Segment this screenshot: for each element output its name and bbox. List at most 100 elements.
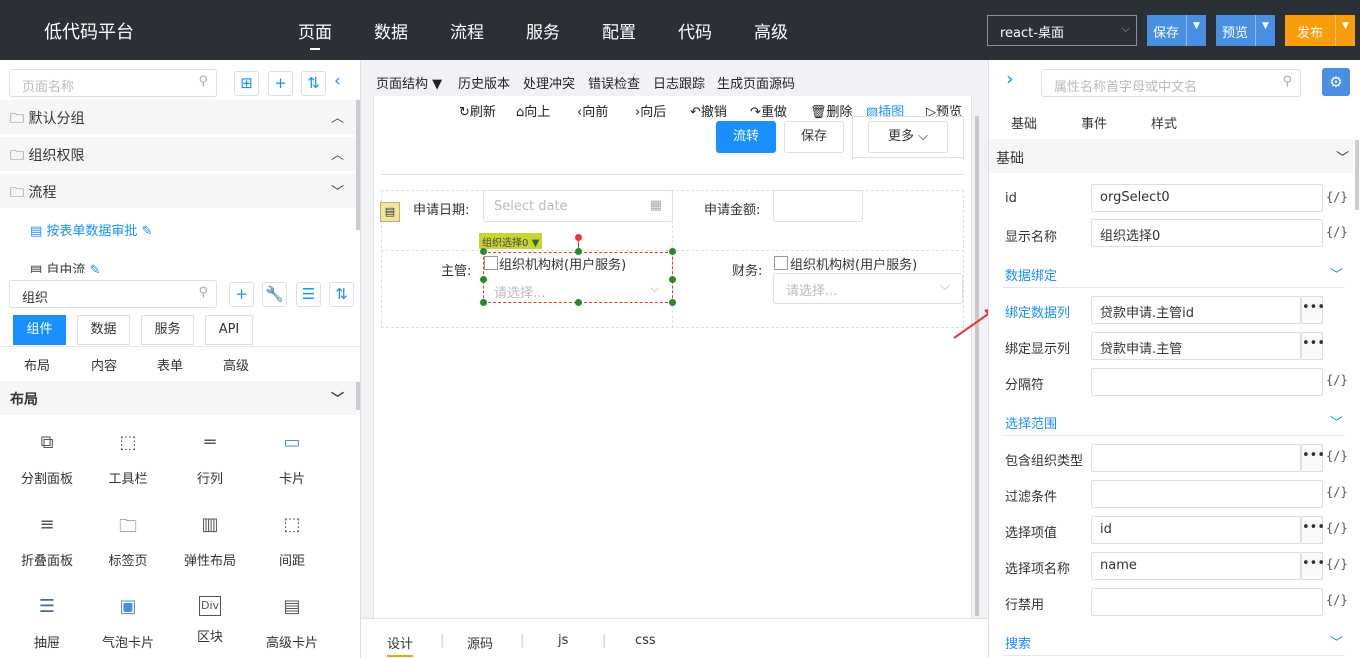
expression-icon[interactable]: {/}	[1326, 225, 1348, 239]
tab-design[interactable]: 设计	[387, 633, 414, 657]
caret-down-icon[interactable]: ▼	[1335, 15, 1355, 46]
date-picker[interactable]: Select date ▦	[483, 190, 673, 222]
section-layout[interactable]: 布局 ﹀	[0, 381, 356, 415]
section-binding[interactable]: 数据绑定	[1005, 265, 1057, 284]
menu-gen-source[interactable]: 生成页面源码	[717, 73, 795, 92]
save-button[interactable]: 保存 ▼	[1147, 15, 1206, 46]
selected-component-tag[interactable]: 组织选择0 ▼	[479, 233, 543, 249]
resize-handle[interactable]	[575, 299, 582, 306]
canvas-save-button[interactable]: 保存	[784, 121, 844, 153]
delete-button[interactable]: 🗑删除	[810, 101, 853, 120]
bind-display-input[interactable]: 贷款申请.主管	[1091, 332, 1301, 360]
edit-icon[interactable]: ✎	[90, 263, 101, 273]
tab-css[interactable]: css	[635, 633, 656, 648]
tab-js[interactable]: js	[558, 633, 568, 648]
bind-column-input[interactable]: 贷款申请.主管id	[1091, 296, 1301, 324]
nav-flow[interactable]: 流程	[450, 18, 484, 43]
menu-error-check[interactable]: 错误检查	[588, 73, 640, 92]
amount-input[interactable]	[773, 190, 863, 222]
chevron-down-icon[interactable]: ﹀	[1330, 264, 1343, 283]
add-folder-icon[interactable]: ⊞	[234, 71, 259, 96]
more-dots-button[interactable]: •••	[1301, 332, 1325, 360]
comp-adv-card[interactable]: ▤ 高级卡片	[252, 596, 332, 651]
property-search-input[interactable]: 属性名称首字母或中文名 ⚲	[1041, 69, 1301, 97]
row-disabled-input[interactable]	[1091, 588, 1323, 616]
nav-service[interactable]: 服务	[526, 18, 560, 43]
more-dots-button[interactable]: •••	[1301, 552, 1325, 580]
comp-popover-card[interactable]: ▣ 气泡卡片	[88, 596, 168, 651]
field-id-input[interactable]: orgSelect0	[1091, 184, 1323, 212]
comp-row-col[interactable]: ═ 行列	[170, 432, 250, 487]
option-name-input[interactable]: name	[1091, 552, 1301, 580]
subtab-layout[interactable]: 布局	[24, 355, 50, 374]
field-name-input[interactable]: 组织选择0	[1091, 219, 1323, 247]
resize-handle[interactable]	[575, 248, 582, 255]
tab-style[interactable]: 样式	[1151, 113, 1177, 132]
expression-icon[interactable]: {/}	[1326, 521, 1348, 535]
comp-collapse[interactable]: ≡ 折叠面板	[7, 514, 87, 569]
scrollbar[interactable]	[1355, 140, 1359, 210]
nav-page[interactable]: 页面	[298, 18, 332, 50]
comp-tabs[interactable]: 🗀 标签页	[88, 514, 168, 569]
rotate-handle[interactable]	[575, 234, 582, 241]
tab-service[interactable]: 服务	[141, 315, 194, 345]
nav-data[interactable]: 数据	[374, 18, 408, 43]
tab-data[interactable]: 数据	[77, 315, 130, 345]
subtab-advanced[interactable]: 高级	[223, 355, 249, 374]
expression-icon[interactable]: {/}	[1326, 485, 1348, 499]
add-icon[interactable]: +	[268, 71, 293, 96]
section-search[interactable]: 搜索	[1005, 633, 1031, 652]
page-search-input[interactable]: 页面名称 ⚲	[9, 69, 217, 97]
menu-conflict[interactable]: 处理冲突	[523, 73, 575, 92]
group-flow[interactable]: 🗀 流程 ﹀	[0, 174, 356, 208]
expression-icon[interactable]: {/}	[1326, 557, 1348, 571]
tab-api[interactable]: API	[205, 315, 253, 345]
resize-handle[interactable]	[669, 299, 676, 306]
add-icon[interactable]: +	[229, 282, 254, 307]
tab-components[interactable]: 组件	[13, 315, 66, 345]
backward-button[interactable]: ›向后	[635, 101, 666, 120]
sort-icon[interactable]: ⇅	[301, 71, 326, 96]
subtab-content[interactable]: 内容	[91, 355, 117, 374]
filter-input[interactable]	[1091, 480, 1323, 508]
menu-history[interactable]: 历史版本	[458, 73, 510, 92]
expression-icon[interactable]: {/}	[1326, 373, 1348, 387]
expand-right-icon[interactable]: ›	[1006, 68, 1014, 90]
menu-log[interactable]: 日志跟踪	[653, 73, 705, 92]
comp-toolbar[interactable]: ⬚ 工具栏	[88, 432, 168, 487]
gear-icon[interactable]: ⚙	[1322, 68, 1350, 96]
wrench-icon[interactable]: 🔧	[262, 282, 287, 307]
collapse-left-icon[interactable]: ‹	[334, 71, 341, 91]
env-select[interactable]: react-桌面 ⌵	[987, 15, 1137, 46]
resize-handle[interactable]	[669, 248, 676, 255]
caret-down-icon[interactable]: ▼	[1186, 15, 1206, 46]
forward-button[interactable]: ‹向前	[577, 101, 608, 120]
comp-flex[interactable]: ▥ 弹性布局	[170, 514, 250, 569]
comp-block[interactable]: Div 区块	[170, 596, 250, 645]
edit-icon[interactable]: ✎	[142, 224, 153, 239]
tab-source[interactable]: 源码	[467, 633, 493, 652]
more-dots-button[interactable]: •••	[1301, 444, 1325, 472]
nav-config[interactable]: 配置	[602, 18, 636, 43]
refresh-button[interactable]: ↻刷新	[459, 101, 496, 120]
list-order-icon[interactable]: ☰	[296, 282, 321, 307]
up-button[interactable]: ⌂向上	[516, 101, 550, 120]
section-basic[interactable]	[989, 139, 1353, 173]
separator-input[interactable]	[1091, 368, 1323, 396]
chevron-down-icon[interactable]: ﹀	[1330, 632, 1343, 651]
expression-icon[interactable]: {/}	[1326, 449, 1348, 463]
checkbox[interactable]	[774, 256, 788, 270]
expression-icon[interactable]: {/}	[1326, 593, 1348, 607]
comp-card[interactable]: ▭ 卡片	[252, 432, 332, 487]
page-item[interactable]: ▤ 自由流 ✎	[30, 259, 100, 273]
chevron-down-icon[interactable]: ﹀	[1336, 147, 1349, 166]
finance-select[interactable]: 请选择... ⌵	[773, 273, 963, 304]
tab-basic[interactable]: 基础	[1011, 113, 1037, 132]
comp-split-panel[interactable]: ⧉ 分割面板	[7, 432, 87, 487]
nav-advanced[interactable]: 高级	[754, 18, 788, 43]
chevron-down-icon[interactable]: ﹀	[1330, 412, 1343, 431]
menu-page-structure[interactable]: 页面结构 ▼	[376, 73, 442, 92]
more-dots-button[interactable]: •••	[1301, 296, 1325, 324]
section-range[interactable]: 选择范围	[1005, 413, 1057, 432]
more-button[interactable]: 更多 ⌵	[868, 121, 948, 153]
